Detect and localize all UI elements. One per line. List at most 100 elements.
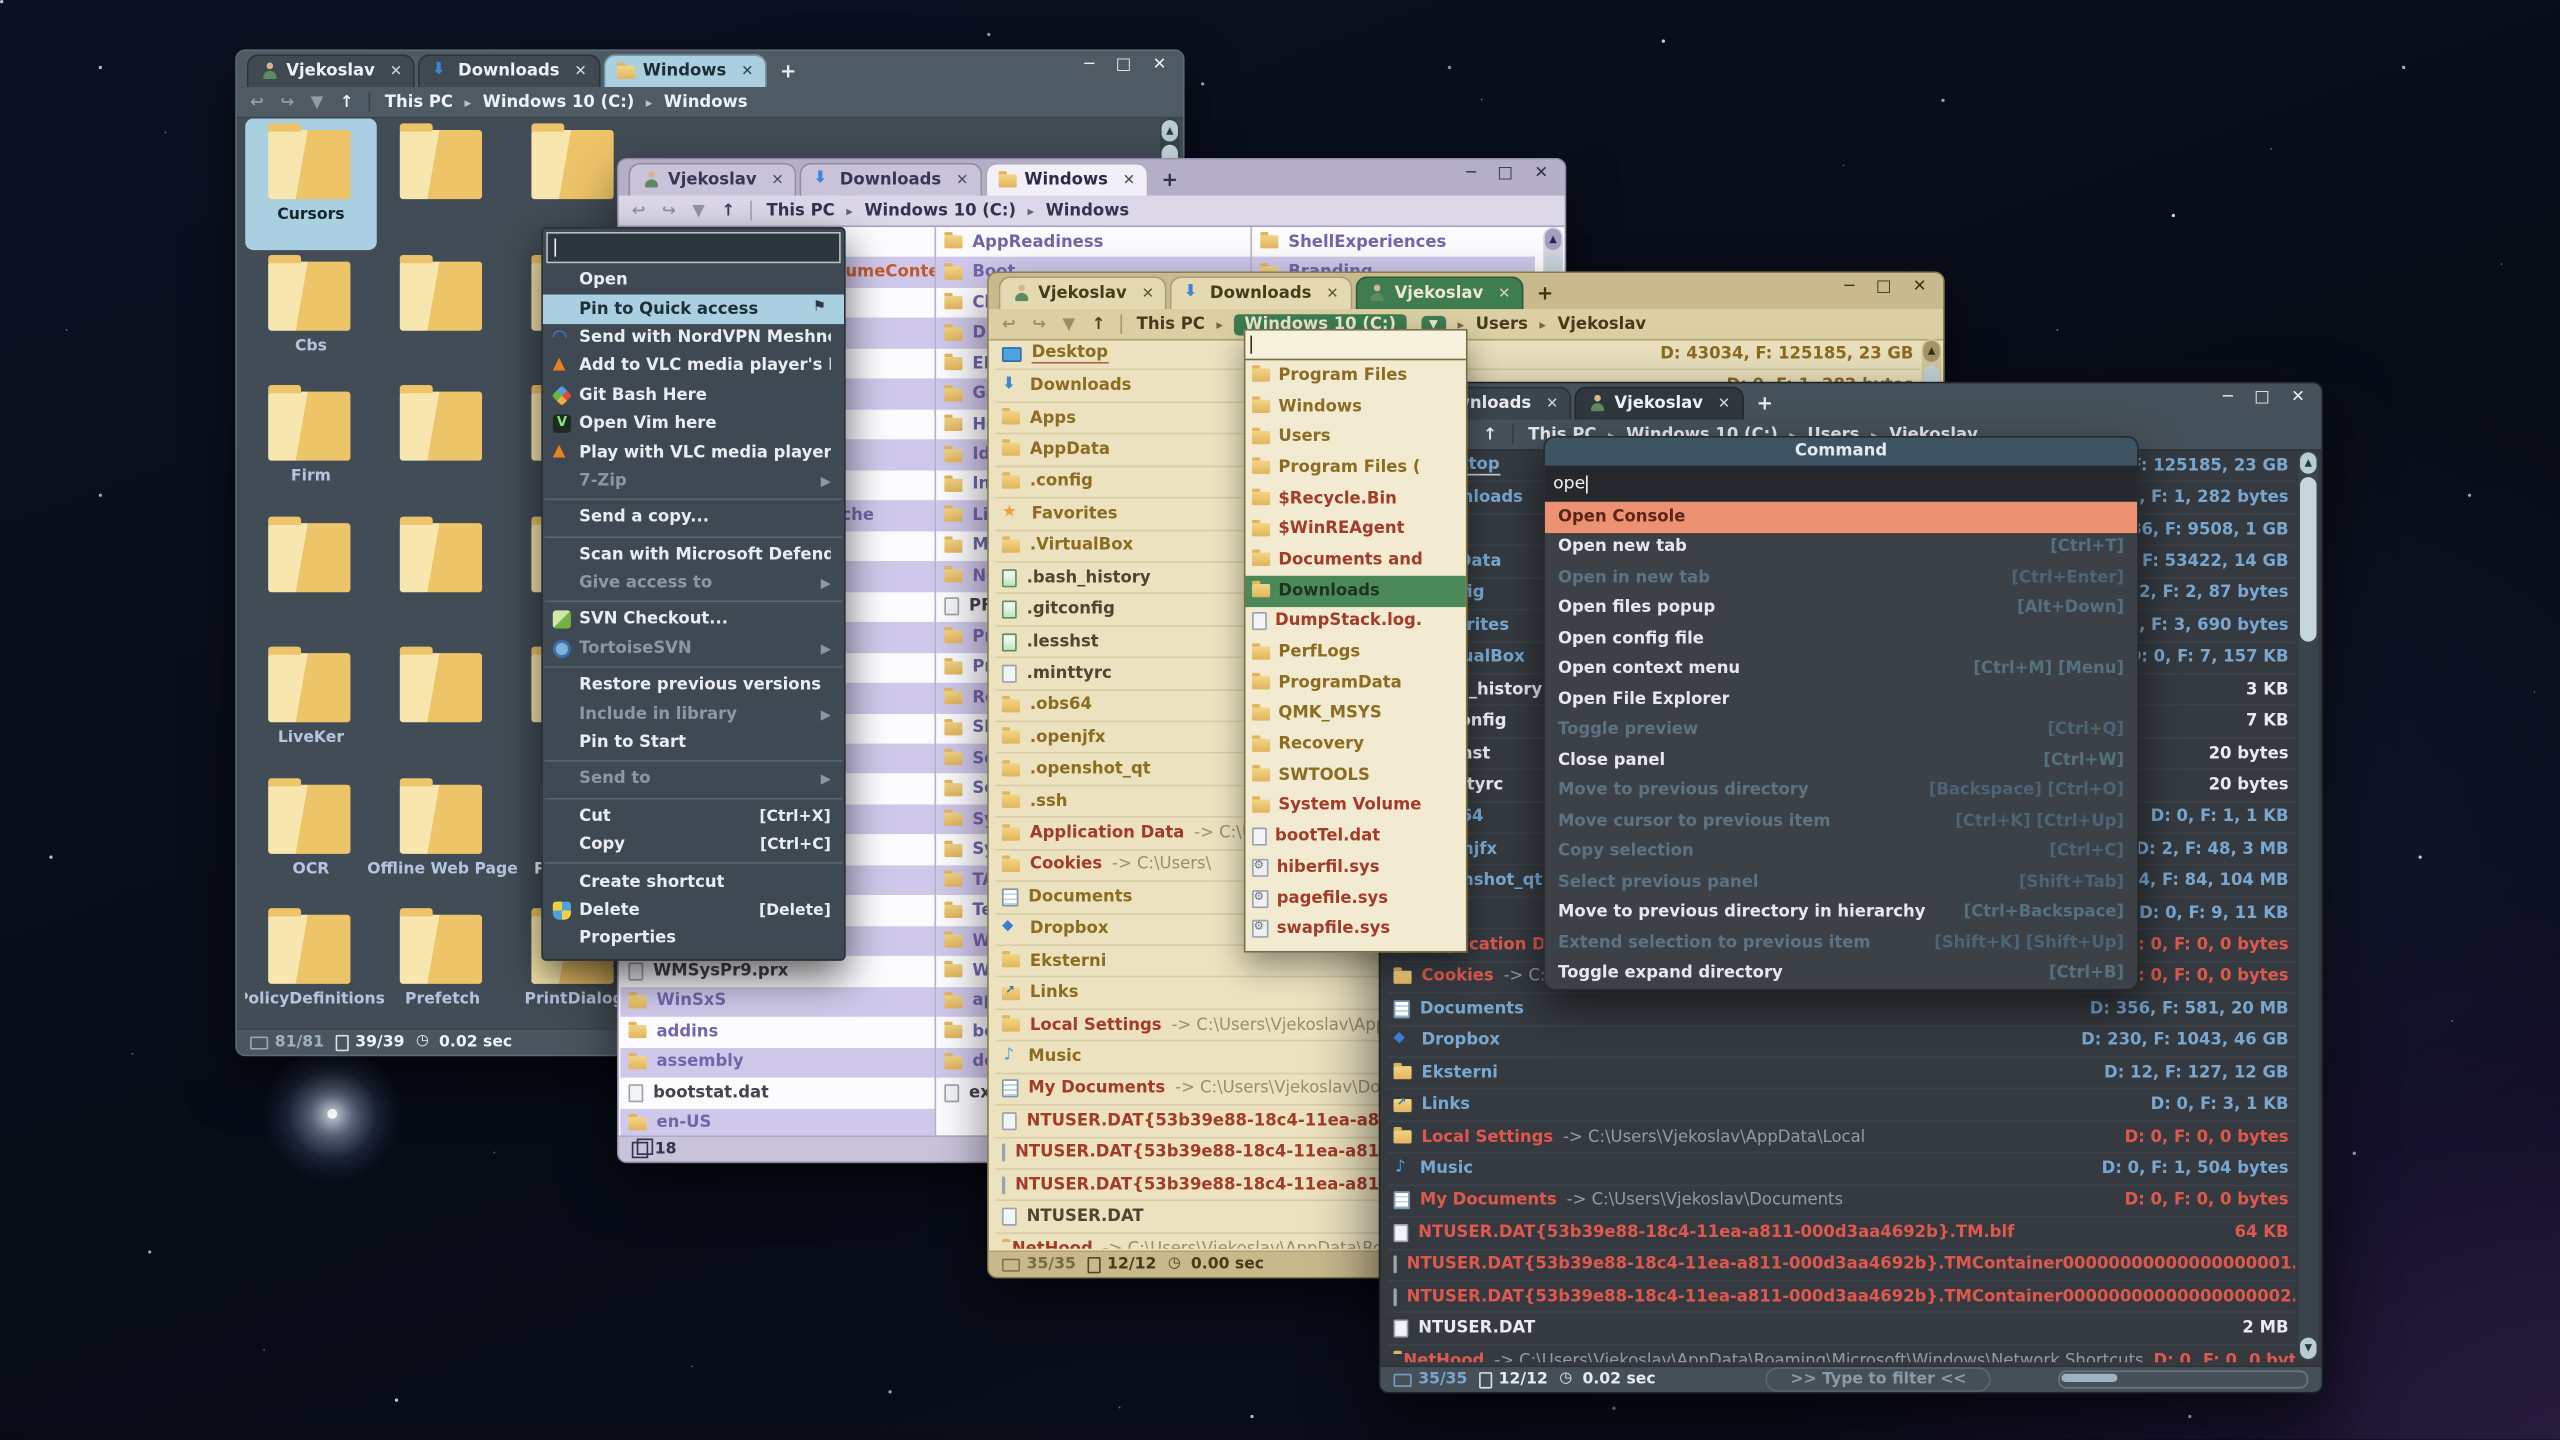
breadcrumb-segment-vjekoslav[interactable]: Vjekoslav xyxy=(1558,315,1647,333)
up-icon[interactable]: ↑ xyxy=(1483,425,1497,443)
command-item-move-to-previous-directory[interactable]: Move to previous directory[Backspace] [C… xyxy=(1545,776,2137,806)
scroll-up-button[interactable]: ▲ xyxy=(2300,452,2316,473)
menu-item-scan-with-microsoft-defender-[interactable]: Scan with Microsoft Defender... xyxy=(543,540,844,569)
tab-vjekoslav[interactable]: Vjekoslav✕ xyxy=(1575,387,1743,420)
history-menu-icon[interactable]: ▼ xyxy=(1062,315,1075,333)
command-item-copy-selection[interactable]: Copy selection[Ctrl+C] xyxy=(1545,837,2137,867)
tab-vjekoslav[interactable]: Vjekoslav✕ xyxy=(999,276,1167,309)
menu-item-tortoisesvn[interactable]: TortoiseSVN▶ xyxy=(543,635,844,664)
file-tile[interactable] xyxy=(377,642,509,773)
menu-item-git-bash-here[interactable]: Git Bash Here xyxy=(543,381,844,410)
popup-item-pagefile-sys[interactable]: pagefile.sys xyxy=(1245,883,1465,914)
popup-item--winreagent[interactable]: $WinREAgent xyxy=(1245,514,1465,545)
popup-item-recovery[interactable]: Recovery xyxy=(1245,729,1465,760)
tab-vjekoslav[interactable]: Vjekoslav✕ xyxy=(628,163,796,196)
popup-item-dumpstack-log-[interactable]: DumpStack.log. xyxy=(1245,606,1465,637)
popup-item-boottel-dat[interactable]: bootTel.dat xyxy=(1245,821,1465,852)
menu-item-cut[interactable]: Cut[Ctrl+X] xyxy=(543,802,844,831)
command-item-toggle-preview[interactable]: Toggle preview[Ctrl+Q] xyxy=(1545,715,2137,745)
command-item-open-in-new-tab[interactable]: Open in new tab[Ctrl+Enter] xyxy=(1545,563,2137,593)
up-icon[interactable]: ↑ xyxy=(721,202,735,220)
popup-item-documents-and[interactable]: Documents and xyxy=(1245,545,1465,576)
tab-windows[interactable]: Windows✕ xyxy=(603,54,766,87)
menu-item-open[interactable]: Open xyxy=(543,267,844,296)
menu-item-open-vim-here[interactable]: Open Vim here xyxy=(543,410,844,439)
history-menu-icon[interactable]: ▼ xyxy=(311,93,324,111)
breadcrumb-segment-windows-10-c-[interactable]: Windows 10 (C:) xyxy=(864,202,1016,220)
breadcrumb-segment-windows-10-c-[interactable]: Windows 10 (C:) xyxy=(483,93,635,111)
window-maximize-button[interactable]: □ xyxy=(1116,56,1132,74)
menu-item-play-with-vlc-media-player[interactable]: Play with VLC media player xyxy=(543,438,844,467)
back-icon[interactable]: ↩ xyxy=(250,93,264,111)
file-row-nethood[interactable]: NetHood-> C:\Users\Vjekoslav\AppData\Roa… xyxy=(1387,1345,2295,1362)
scroll-up-button[interactable]: ▲ xyxy=(1923,341,1939,362)
window-minimize-button[interactable]: ─ xyxy=(1466,165,1476,183)
file-tile[interactable] xyxy=(377,249,509,380)
window-close-button[interactable]: ✕ xyxy=(1913,278,1927,296)
back-icon[interactable]: ↩ xyxy=(632,202,646,220)
forward-icon[interactable]: ↪ xyxy=(1032,315,1046,333)
file-tile-offline-web-page[interactable]: Offline Web Page xyxy=(377,772,509,903)
scroll-up-button[interactable]: ▲ xyxy=(1162,120,1178,141)
file-row-music[interactable]: MusicD: 0, F: 1, 504 bytes xyxy=(1387,1154,2295,1186)
file-tile-ocr[interactable]: OCR xyxy=(245,772,377,903)
menu-item-add-to-vlc-media-player-s-playlist[interactable]: Add to VLC media player's Playlist xyxy=(543,352,844,381)
file-row[interactable]: WMSysPr9.prx xyxy=(620,956,936,986)
window-minimize-button[interactable]: ─ xyxy=(1084,56,1094,74)
breadcrumb-segment-this-pc[interactable]: This PC xyxy=(766,202,834,220)
file-tile-policydefinitions[interactable]: PolicyDefinitions xyxy=(245,903,377,1028)
window-maximize-button[interactable]: □ xyxy=(1876,278,1892,296)
window-minimize-button[interactable]: ─ xyxy=(2223,388,2233,406)
popup-item--recycle-bin[interactable]: $Recycle.Bin xyxy=(1245,483,1465,514)
window-close-button[interactable]: ✕ xyxy=(2291,388,2305,406)
menu-item-svn-checkout-[interactable]: SVN Checkout... xyxy=(543,606,844,635)
menu-item-pin-to-start[interactable]: Pin to Start xyxy=(543,729,844,758)
command-item-open-file-explorer[interactable]: Open File Explorer xyxy=(1545,684,2137,714)
horizontal-scrollbar[interactable] xyxy=(2058,1370,2308,1388)
breadcrumb-segment-this-pc[interactable]: This PC xyxy=(385,93,453,111)
popup-item-qmk-msys[interactable]: QMK_MSYS xyxy=(1245,699,1465,730)
popup-item-users[interactable]: Users xyxy=(1245,422,1465,453)
popup-item-programdata[interactable]: ProgramData xyxy=(1245,668,1465,699)
menu-item-send-with-nordvpn-meshnet[interactable]: Send with NordVPN Meshnet xyxy=(543,324,844,353)
new-tab-button[interactable]: + xyxy=(1162,168,1179,191)
command-item-toggle-expand-directory[interactable]: Toggle expand directory[Ctrl+B] xyxy=(1545,958,2137,988)
breadcrumb-segment-windows[interactable]: Windows xyxy=(1046,202,1130,220)
file-row-ntuser-dat-53b39e88-18c4-11ea-a811-000d3[interactable]: NTUSER.DAT{53b39e88-18c4-11ea-a811-000d3… xyxy=(1387,1250,2295,1282)
file-tile[interactable] xyxy=(245,511,377,642)
popup-item-swapfile-sys[interactable]: swapfile.sys xyxy=(1245,914,1465,945)
tab-vjekoslav[interactable]: Vjekoslav✕ xyxy=(1355,276,1523,309)
menu-item-pin-to-quick-access[interactable]: Pin to Quick access xyxy=(543,295,844,324)
command-item-open-new-tab[interactable]: Open new tab[Ctrl+T] xyxy=(1545,532,2137,562)
file-row[interactable]: assembly xyxy=(620,1047,936,1077)
menu-item-include-in-library[interactable]: Include in library▶ xyxy=(543,700,844,729)
popup-item-windows[interactable]: Windows xyxy=(1245,391,1465,422)
file-row-eksterni[interactable]: EksterniD: 12, F: 127, 12 GB xyxy=(1387,1058,2295,1090)
history-menu-icon[interactable]: ▼ xyxy=(692,202,705,220)
tab-close-icon[interactable]: ✕ xyxy=(574,63,586,79)
file-tile[interactable] xyxy=(377,511,509,642)
tab-vjekoslav[interactable]: Vjekoslav✕ xyxy=(247,54,415,87)
new-tab-button[interactable]: + xyxy=(1757,392,1774,415)
tab-close-icon[interactable]: ✕ xyxy=(1326,285,1338,301)
tab-downloads[interactable]: Downloads✕ xyxy=(419,54,600,87)
forward-icon[interactable]: ↪ xyxy=(662,202,676,220)
popup-item-program-files[interactable]: Program Files xyxy=(1245,360,1465,391)
scroll-up-button[interactable]: ▲ xyxy=(1545,229,1561,250)
popup-filter-input[interactable] xyxy=(1245,331,1465,361)
file-tile[interactable] xyxy=(377,380,509,511)
breadcrumb-segment-this-pc[interactable]: This PC xyxy=(1137,315,1205,333)
breadcrumb-segment-users[interactable]: Users xyxy=(1476,315,1528,333)
back-icon[interactable]: ↩ xyxy=(1002,315,1016,333)
command-item-extend-selection-to-previous-item[interactable]: Extend selection to previous item[Shift+… xyxy=(1545,928,2137,958)
up-icon[interactable]: ↑ xyxy=(340,93,354,111)
scroll-thumb[interactable] xyxy=(2300,477,2316,642)
file-row-documents[interactable]: DocumentsD: 356, F: 581, 20 MB xyxy=(1387,994,2295,1026)
command-item-move-to-previous-directory-in-hierarchy[interactable]: Move to previous directory in hierarchy[… xyxy=(1545,897,2137,927)
tab-close-icon[interactable]: ✕ xyxy=(771,172,783,188)
menu-item-restore-previous-versions[interactable]: Restore previous versions xyxy=(543,671,844,700)
file-tile-firm[interactable]: Firm xyxy=(245,380,377,511)
window-maximize-button[interactable]: □ xyxy=(2254,388,2270,406)
vertical-scrollbar[interactable]: ▲ ▼ xyxy=(2298,451,2318,1361)
file-row[interactable]: ShellExperiences xyxy=(1252,227,1535,257)
